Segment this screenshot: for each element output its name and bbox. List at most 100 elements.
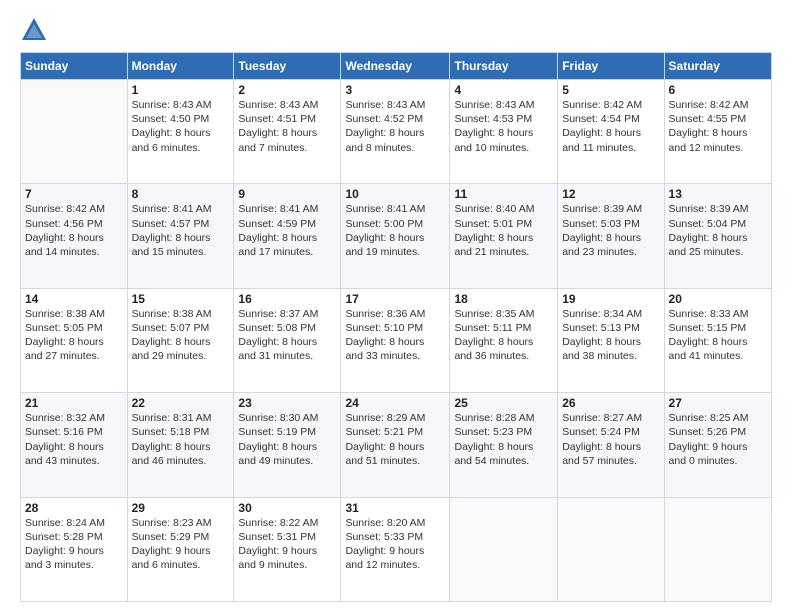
calendar-cell: 18Sunrise: 8:35 AM Sunset: 5:11 PM Dayli… (450, 288, 558, 392)
day-info: Sunrise: 8:40 AM Sunset: 5:01 PM Dayligh… (454, 202, 553, 259)
day-info: Sunrise: 8:36 AM Sunset: 5:10 PM Dayligh… (345, 307, 445, 364)
calendar-cell: 12Sunrise: 8:39 AM Sunset: 5:03 PM Dayli… (558, 184, 664, 288)
calendar-cell: 7Sunrise: 8:42 AM Sunset: 4:56 PM Daylig… (21, 184, 128, 288)
calendar-cell: 4Sunrise: 8:43 AM Sunset: 4:53 PM Daylig… (450, 80, 558, 184)
day-number: 24 (345, 396, 445, 410)
day-info: Sunrise: 8:43 AM Sunset: 4:50 PM Dayligh… (132, 98, 230, 155)
calendar-cell: 31Sunrise: 8:20 AM Sunset: 5:33 PM Dayli… (341, 497, 450, 601)
day-info: Sunrise: 8:38 AM Sunset: 5:05 PM Dayligh… (25, 307, 123, 364)
calendar-cell: 16Sunrise: 8:37 AM Sunset: 5:08 PM Dayli… (234, 288, 341, 392)
day-number: 1 (132, 83, 230, 97)
calendar-cell: 25Sunrise: 8:28 AM Sunset: 5:23 PM Dayli… (450, 393, 558, 497)
calendar-table: SundayMondayTuesdayWednesdayThursdayFrid… (20, 52, 772, 602)
day-info: Sunrise: 8:42 AM Sunset: 4:55 PM Dayligh… (669, 98, 767, 155)
day-number: 5 (562, 83, 659, 97)
day-number: 28 (25, 501, 123, 515)
day-number: 30 (238, 501, 336, 515)
calendar-cell: 9Sunrise: 8:41 AM Sunset: 4:59 PM Daylig… (234, 184, 341, 288)
day-info: Sunrise: 8:22 AM Sunset: 5:31 PM Dayligh… (238, 516, 336, 573)
day-number: 20 (669, 292, 767, 306)
day-info: Sunrise: 8:41 AM Sunset: 5:00 PM Dayligh… (345, 202, 445, 259)
day-number: 29 (132, 501, 230, 515)
calendar-cell: 21Sunrise: 8:32 AM Sunset: 5:16 PM Dayli… (21, 393, 128, 497)
day-number: 8 (132, 187, 230, 201)
day-info: Sunrise: 8:28 AM Sunset: 5:23 PM Dayligh… (454, 411, 553, 468)
day-info: Sunrise: 8:20 AM Sunset: 5:33 PM Dayligh… (345, 516, 445, 573)
calendar-cell: 17Sunrise: 8:36 AM Sunset: 5:10 PM Dayli… (341, 288, 450, 392)
calendar-cell (664, 497, 771, 601)
calendar-cell: 26Sunrise: 8:27 AM Sunset: 5:24 PM Dayli… (558, 393, 664, 497)
day-info: Sunrise: 8:38 AM Sunset: 5:07 PM Dayligh… (132, 307, 230, 364)
weekday-header: Wednesday (341, 53, 450, 80)
calendar-week-row: 14Sunrise: 8:38 AM Sunset: 5:05 PM Dayli… (21, 288, 772, 392)
day-info: Sunrise: 8:33 AM Sunset: 5:15 PM Dayligh… (669, 307, 767, 364)
calendar-cell (558, 497, 664, 601)
day-number: 19 (562, 292, 659, 306)
logo (20, 16, 52, 44)
calendar-cell: 11Sunrise: 8:40 AM Sunset: 5:01 PM Dayli… (450, 184, 558, 288)
day-number: 4 (454, 83, 553, 97)
day-info: Sunrise: 8:41 AM Sunset: 4:59 PM Dayligh… (238, 202, 336, 259)
day-number: 9 (238, 187, 336, 201)
day-number: 27 (669, 396, 767, 410)
day-info: Sunrise: 8:27 AM Sunset: 5:24 PM Dayligh… (562, 411, 659, 468)
day-number: 12 (562, 187, 659, 201)
day-info: Sunrise: 8:31 AM Sunset: 5:18 PM Dayligh… (132, 411, 230, 468)
calendar-cell: 1Sunrise: 8:43 AM Sunset: 4:50 PM Daylig… (127, 80, 234, 184)
calendar-cell: 8Sunrise: 8:41 AM Sunset: 4:57 PM Daylig… (127, 184, 234, 288)
day-number: 13 (669, 187, 767, 201)
calendar-week-row: 28Sunrise: 8:24 AM Sunset: 5:28 PM Dayli… (21, 497, 772, 601)
calendar-cell: 10Sunrise: 8:41 AM Sunset: 5:00 PM Dayli… (341, 184, 450, 288)
calendar-cell: 20Sunrise: 8:33 AM Sunset: 5:15 PM Dayli… (664, 288, 771, 392)
day-info: Sunrise: 8:43 AM Sunset: 4:52 PM Dayligh… (345, 98, 445, 155)
day-number: 3 (345, 83, 445, 97)
header-row: SundayMondayTuesdayWednesdayThursdayFrid… (21, 53, 772, 80)
day-info: Sunrise: 8:42 AM Sunset: 4:54 PM Dayligh… (562, 98, 659, 155)
weekday-header: Thursday (450, 53, 558, 80)
header (20, 16, 772, 44)
calendar-week-row: 7Sunrise: 8:42 AM Sunset: 4:56 PM Daylig… (21, 184, 772, 288)
calendar-cell: 22Sunrise: 8:31 AM Sunset: 5:18 PM Dayli… (127, 393, 234, 497)
day-number: 11 (454, 187, 553, 201)
calendar-cell: 19Sunrise: 8:34 AM Sunset: 5:13 PM Dayli… (558, 288, 664, 392)
day-info: Sunrise: 8:41 AM Sunset: 4:57 PM Dayligh… (132, 202, 230, 259)
day-number: 18 (454, 292, 553, 306)
day-info: Sunrise: 8:32 AM Sunset: 5:16 PM Dayligh… (25, 411, 123, 468)
day-info: Sunrise: 8:24 AM Sunset: 5:28 PM Dayligh… (25, 516, 123, 573)
weekday-header: Friday (558, 53, 664, 80)
day-number: 16 (238, 292, 336, 306)
day-info: Sunrise: 8:25 AM Sunset: 5:26 PM Dayligh… (669, 411, 767, 468)
calendar-cell: 13Sunrise: 8:39 AM Sunset: 5:04 PM Dayli… (664, 184, 771, 288)
day-number: 7 (25, 187, 123, 201)
calendar-cell: 30Sunrise: 8:22 AM Sunset: 5:31 PM Dayli… (234, 497, 341, 601)
calendar-cell (21, 80, 128, 184)
weekday-header: Monday (127, 53, 234, 80)
weekday-header: Saturday (664, 53, 771, 80)
calendar-cell (450, 497, 558, 601)
calendar-cell: 15Sunrise: 8:38 AM Sunset: 5:07 PM Dayli… (127, 288, 234, 392)
calendar-cell: 24Sunrise: 8:29 AM Sunset: 5:21 PM Dayli… (341, 393, 450, 497)
calendar-cell: 23Sunrise: 8:30 AM Sunset: 5:19 PM Dayli… (234, 393, 341, 497)
calendar-cell: 2Sunrise: 8:43 AM Sunset: 4:51 PM Daylig… (234, 80, 341, 184)
day-info: Sunrise: 8:42 AM Sunset: 4:56 PM Dayligh… (25, 202, 123, 259)
weekday-header: Tuesday (234, 53, 341, 80)
day-number: 25 (454, 396, 553, 410)
day-number: 14 (25, 292, 123, 306)
page: SundayMondayTuesdayWednesdayThursdayFrid… (0, 0, 792, 612)
calendar-cell: 14Sunrise: 8:38 AM Sunset: 5:05 PM Dayli… (21, 288, 128, 392)
calendar-cell: 29Sunrise: 8:23 AM Sunset: 5:29 PM Dayli… (127, 497, 234, 601)
day-number: 26 (562, 396, 659, 410)
calendar-cell: 6Sunrise: 8:42 AM Sunset: 4:55 PM Daylig… (664, 80, 771, 184)
weekday-header: Sunday (21, 53, 128, 80)
calendar-cell: 28Sunrise: 8:24 AM Sunset: 5:28 PM Dayli… (21, 497, 128, 601)
calendar-cell: 27Sunrise: 8:25 AM Sunset: 5:26 PM Dayli… (664, 393, 771, 497)
day-info: Sunrise: 8:43 AM Sunset: 4:53 PM Dayligh… (454, 98, 553, 155)
day-info: Sunrise: 8:43 AM Sunset: 4:51 PM Dayligh… (238, 98, 336, 155)
day-info: Sunrise: 8:34 AM Sunset: 5:13 PM Dayligh… (562, 307, 659, 364)
day-info: Sunrise: 8:23 AM Sunset: 5:29 PM Dayligh… (132, 516, 230, 573)
calendar-cell: 3Sunrise: 8:43 AM Sunset: 4:52 PM Daylig… (341, 80, 450, 184)
day-number: 6 (669, 83, 767, 97)
day-number: 15 (132, 292, 230, 306)
calendar-week-row: 1Sunrise: 8:43 AM Sunset: 4:50 PM Daylig… (21, 80, 772, 184)
day-info: Sunrise: 8:39 AM Sunset: 5:03 PM Dayligh… (562, 202, 659, 259)
